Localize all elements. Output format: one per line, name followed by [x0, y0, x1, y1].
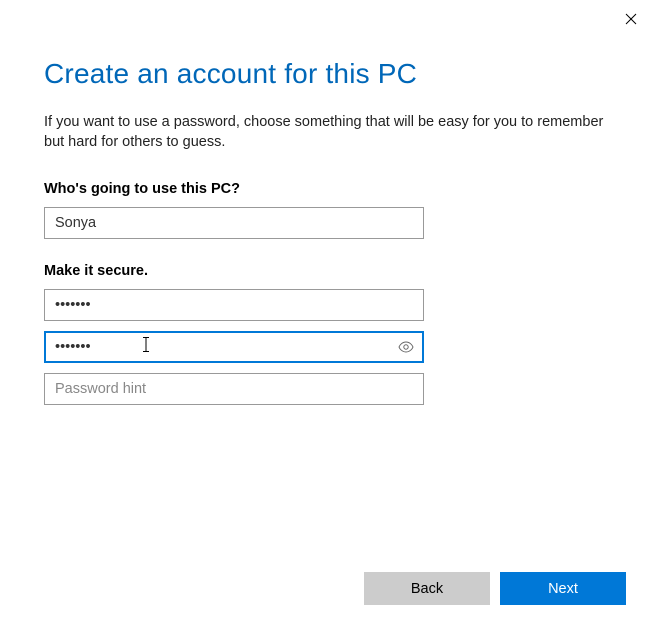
password-group: Make it secure.	[44, 263, 610, 405]
page-title: Create an account for this PC	[44, 58, 610, 90]
close-button[interactable]	[622, 10, 640, 28]
username-group: Who's going to use this PC?	[44, 181, 610, 239]
username-input[interactable]	[44, 207, 424, 239]
next-button[interactable]: Next	[500, 572, 626, 605]
dialog-footer: Back Next	[364, 572, 626, 605]
back-button[interactable]: Back	[364, 572, 490, 605]
page-description: If you want to use a password, choose so…	[44, 112, 610, 153]
close-icon	[625, 13, 637, 25]
dialog-content: Create an account for this PC If you wan…	[0, 0, 654, 405]
password-input[interactable]	[44, 289, 424, 321]
password-label: Make it secure.	[44, 263, 610, 279]
password-hint-input[interactable]	[44, 373, 424, 405]
confirm-password-input[interactable]	[44, 331, 424, 363]
reveal-password-icon[interactable]	[398, 339, 414, 355]
username-label: Who's going to use this PC?	[44, 181, 610, 197]
